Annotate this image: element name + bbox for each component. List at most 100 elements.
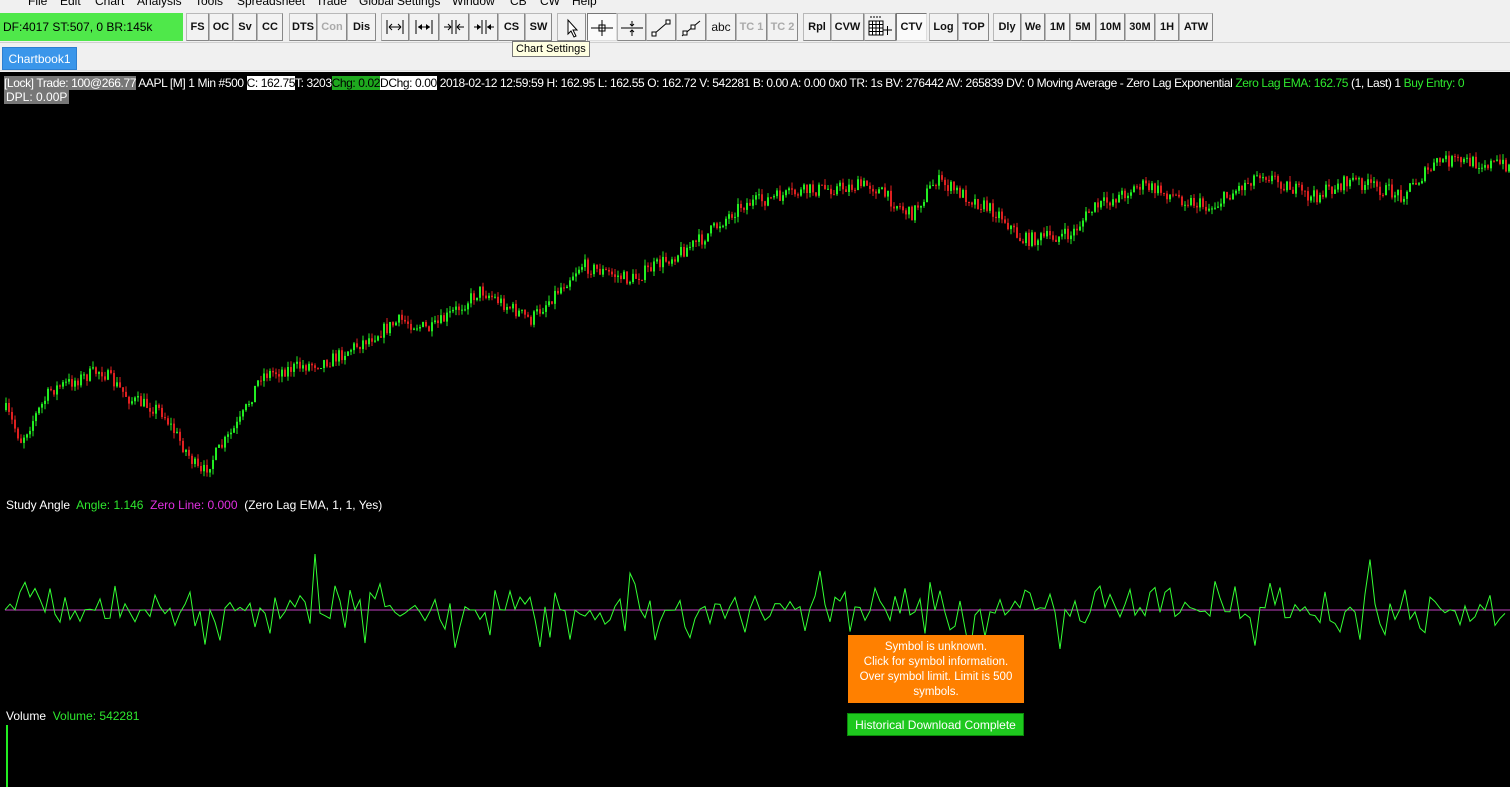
candle-body xyxy=(968,201,970,203)
candle-body xyxy=(1085,211,1087,221)
candle-body xyxy=(1178,194,1180,197)
candle-body xyxy=(1238,185,1240,191)
1h-button[interactable]: 1H xyxy=(1155,13,1179,41)
ema-value: Zero Lag EMA: 162.75 xyxy=(1235,76,1349,90)
weekly-button[interactable]: We xyxy=(1021,13,1045,41)
menu-cw[interactable]: CW xyxy=(540,0,560,8)
candle-body xyxy=(32,421,34,431)
atw-button[interactable]: ATW xyxy=(1179,13,1213,41)
candle-body xyxy=(353,343,355,351)
ctv-button[interactable]: CTV xyxy=(896,13,927,41)
candle-body xyxy=(1145,180,1147,184)
volume-bar xyxy=(6,725,8,787)
candle-body xyxy=(308,363,310,371)
candle-body xyxy=(1031,232,1033,246)
menu-chart[interactable]: Chart xyxy=(95,0,124,8)
candle-body xyxy=(1208,208,1210,211)
candle-body xyxy=(1022,241,1024,244)
trade-window-button[interactable] xyxy=(864,13,896,41)
candle-body xyxy=(1139,186,1141,190)
tab-chartbook1[interactable]: Chartbook1 xyxy=(2,47,77,70)
menu-global-settings[interactable]: Global Settings xyxy=(359,0,440,8)
chart-plot xyxy=(4,150,1510,787)
scale-fit-button[interactable] xyxy=(409,13,439,41)
10m-button[interactable]: 10M xyxy=(1096,13,1125,41)
candle-body xyxy=(587,259,589,274)
measure-tool-button[interactable] xyxy=(617,13,646,41)
cc-button[interactable]: CC xyxy=(257,13,283,41)
sw-button[interactable]: SW xyxy=(525,13,552,41)
tc2-button[interactable]: TC 2 xyxy=(767,13,798,41)
candle-body xyxy=(1346,176,1348,187)
candle-body xyxy=(167,418,169,425)
candle-body xyxy=(104,376,106,380)
candle-body xyxy=(1379,186,1381,195)
log-button[interactable]: Log xyxy=(929,13,958,41)
candle-body xyxy=(863,180,865,187)
candle-body xyxy=(1301,184,1303,191)
scale-expand-button[interactable] xyxy=(381,13,409,41)
menu-help[interactable]: Help xyxy=(572,0,597,8)
replay-button[interactable]: Rpl xyxy=(803,13,831,41)
candle-body xyxy=(524,309,526,315)
notice-line: Click for symbol information. xyxy=(863,656,1009,668)
top-button[interactable]: TOP xyxy=(958,13,989,41)
candle-body xyxy=(236,421,238,429)
candle-body xyxy=(296,361,298,364)
sv-button[interactable]: Sv xyxy=(233,13,257,41)
candle-body xyxy=(857,179,859,191)
5m-button[interactable]: 5M xyxy=(1070,13,1096,41)
candle-body xyxy=(620,275,622,280)
pointer-tool-button[interactable] xyxy=(557,13,586,41)
1m-button[interactable]: 1M xyxy=(1045,13,1070,41)
candle-body xyxy=(563,287,565,289)
candle-body xyxy=(203,464,205,472)
candle-body xyxy=(1436,158,1438,163)
candle-body xyxy=(260,380,262,382)
daily-button[interactable]: Dly xyxy=(993,13,1021,41)
scale-compress-button[interactable] xyxy=(439,13,469,41)
scale-compress-alt-button[interactable] xyxy=(469,13,498,41)
fs-button[interactable]: FS xyxy=(186,13,209,41)
candle-body xyxy=(1241,185,1243,191)
text-tool-button[interactable]: abc xyxy=(706,13,736,41)
candle-body xyxy=(101,372,103,377)
tc1-button[interactable]: TC 1 xyxy=(736,13,767,41)
con-button[interactable]: Con xyxy=(317,13,347,41)
candle-body xyxy=(434,320,436,323)
lock-trade: [Lock] Trade: 100@266.77 xyxy=(4,76,137,90)
line-tool-button[interactable] xyxy=(646,13,676,41)
candle-body xyxy=(194,458,196,464)
candle-body xyxy=(344,355,346,361)
dts-button[interactable]: DTS xyxy=(289,13,317,41)
candle-body xyxy=(1025,232,1027,244)
menu-analysis[interactable]: Analysis xyxy=(137,0,182,8)
dis-button[interactable]: Dis xyxy=(347,13,376,41)
candle-body xyxy=(1472,156,1474,167)
oc-button[interactable]: OC xyxy=(209,13,233,41)
menu-trade[interactable]: Trade xyxy=(316,0,347,8)
menu-cb[interactable]: CB xyxy=(510,0,527,8)
candle-body xyxy=(461,309,463,311)
candle-body xyxy=(173,423,175,433)
crosshair-tool-button[interactable] xyxy=(587,13,617,41)
menu-spreadsheet[interactable]: Spreadsheet xyxy=(237,0,305,8)
candle-body xyxy=(1220,203,1222,207)
candle-body xyxy=(1190,197,1192,206)
menu-file[interactable]: File xyxy=(28,0,47,8)
chart-settings-button[interactable]: CS xyxy=(498,13,525,41)
candle-body xyxy=(1439,158,1441,163)
symbol-unknown-notice[interactable]: Symbol is unknown. Click for symbol info… xyxy=(848,635,1024,703)
cvw-button[interactable]: CVW xyxy=(831,13,864,41)
candle-body xyxy=(692,240,694,247)
menu-window[interactable]: Window xyxy=(452,0,495,8)
candle-body xyxy=(599,268,601,275)
ray-tool-button[interactable] xyxy=(676,13,706,41)
candle-body xyxy=(1136,186,1138,188)
candle-body xyxy=(1196,205,1198,208)
30m-button[interactable]: 30M xyxy=(1125,13,1155,41)
chart-area[interactable]: [Lock] Trade: 100@266.77 AAPL [M] 1 Min … xyxy=(0,72,1510,787)
menu-edit[interactable]: Edit xyxy=(60,0,81,8)
candle-body xyxy=(59,385,61,387)
menu-tools[interactable]: Tools xyxy=(195,0,223,8)
